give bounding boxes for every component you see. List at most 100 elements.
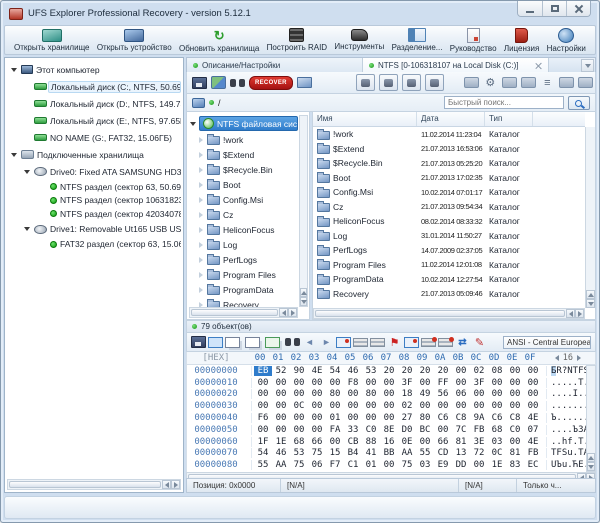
hex-byte[interactable]: 03 [488,437,506,447]
file-row[interactable]: !work 11.02.2014 11:23:04 Каталог [313,127,585,142]
panel-view-button[interactable] [424,74,444,91]
open-folder-icon[interactable] [296,77,312,88]
toolbar-button-guide[interactable]: Руководство [447,27,500,53]
storage-tree-item[interactable]: Подключенные хранилища [7,146,181,163]
pager-prev-icon[interactable] [554,355,559,361]
hex-byte[interactable]: 13 [452,448,470,458]
hex-byte[interactable]: 00 [380,401,398,411]
file-row[interactable]: Boot 21.07.2013 17:02:35 Каталог [313,171,585,186]
folder-tree-item[interactable]: HeliconFocus [189,222,298,237]
close-button[interactable] [566,1,590,16]
hex-byte[interactable]: 33 [344,425,362,435]
hex-byte[interactable]: 80 [326,389,344,399]
scroll-down-button[interactable] [587,462,595,471]
bookmark-strip2-icon[interactable] [370,337,385,347]
struct-icon[interactable] [421,336,437,347]
hex-byte[interactable]: 66 [308,437,326,447]
folder-tree-item[interactable]: $Extend [189,147,298,162]
erase-icon[interactable] [577,77,593,88]
hex-byte[interactable]: BC [416,425,434,435]
folder-tree-item[interactable]: Log [189,237,298,252]
hex-byte[interactable]: 00 [326,401,344,411]
rotate-icon[interactable] [501,77,517,88]
hex-byte[interactable]: 72 [470,448,488,458]
minimize-button[interactable] [518,1,542,16]
hex-byte[interactable]: 00 [308,401,326,411]
hex-byte[interactable]: 00 [452,378,470,388]
hex-byte[interactable]: FA [326,425,344,435]
hex-byte[interactable]: AA [398,448,416,458]
select-block-icon[interactable] [208,336,223,348]
hex-byte[interactable]: FB [470,425,488,435]
hex-byte[interactable]: 20 [416,366,434,376]
hex-byte[interactable]: 9A [470,413,488,423]
toolbar-button-raid[interactable]: Построить RAID [264,28,330,52]
hex-byte[interactable]: 00 [434,425,452,435]
hex-byte[interactable]: 00 [506,366,524,376]
hex-byte[interactable]: 18 [398,389,416,399]
expander-icon[interactable] [24,227,30,231]
hex-ascii[interactable]: TFSu.ТA» [546,448,586,459]
hex-byte[interactable]: 07 [524,425,542,435]
hex-byte[interactable]: 00 [272,425,290,435]
save-icon[interactable] [192,76,207,89]
nav-back-icon[interactable] [302,336,317,349]
toolbar-button-partition[interactable]: Разделение... [389,28,446,52]
hex-byte[interactable]: CB [344,437,362,447]
hex-byte[interactable]: 1E [272,437,290,447]
folder-tree-vscroll[interactable] [299,115,308,307]
hex-byte[interactable]: 00 [326,378,344,388]
hex-ascii[interactable]: ..hf.Т.. [546,436,586,447]
save-disk-button[interactable] [355,74,375,91]
storage-tree-item[interactable]: Drive0: Fixed ATA SAMSUNG HD321KJ [7,163,181,180]
storage-tree-item[interactable]: Этот компьютер [7,61,181,78]
hex-byte[interactable]: F8 [344,378,362,388]
hex-byte[interactable]: C6 [434,413,452,423]
copy-text-icon[interactable] [265,336,280,348]
hex-byte[interactable]: 00 [272,389,290,399]
hex-byte[interactable]: 00 [326,437,344,447]
hex-ascii[interactable]: Ъ....... [546,413,586,424]
search-button[interactable] [568,95,590,110]
hex-byte[interactable]: 75 [290,460,308,470]
scroll-right-button[interactable] [288,308,297,317]
hex-byte[interactable]: 06 [308,460,326,470]
expander-icon[interactable] [24,169,30,174]
find-icon[interactable] [230,77,245,89]
hex-byte[interactable]: 00 [254,389,272,399]
hex-byte[interactable]: 00 [470,460,488,470]
scroll-thumb[interactable] [9,481,161,488]
storage-tree-item[interactable]: Локальный диск (E:, NTFS, 97.65ГБ) [7,112,181,129]
hex-byte[interactable]: F6 [254,413,272,423]
toolbar-button-refresh[interactable]: Обновить хранилища [176,28,262,53]
pager-next-icon[interactable] [577,355,581,361]
hex-byte[interactable]: 00 [488,378,506,388]
disk-check-button[interactable] [378,74,398,91]
forward-icon[interactable] [558,77,574,88]
save-icon[interactable] [191,336,206,348]
hex-byte[interactable]: F7 [326,460,344,470]
quick-search-input[interactable] [444,96,564,109]
hex-ascii[interactable]: .....Т.. [546,377,586,388]
hex-byte[interactable]: 3F [470,378,488,388]
folder-tree-hscroll[interactable] [189,307,298,318]
folder-tree-item[interactable]: PerfLogs [189,252,298,267]
file-row[interactable]: PerfLogs 14.07.2009 02:37:05 Каталог [313,243,585,258]
hex-byte[interactable]: 15 [326,448,344,458]
hex-byte[interactable]: 20 [434,366,452,376]
gear-icon[interactable] [483,76,498,90]
explore-icon[interactable] [211,76,226,89]
storage-hscroll[interactable] [7,479,181,490]
hex-byte[interactable]: D0 [398,425,416,435]
hex-byte[interactable]: 00 [290,413,308,423]
tab-overview[interactable]: Описание/Настройки [187,58,363,72]
hex-byte[interactable]: C0 [362,425,380,435]
hex-byte[interactable]: 00 [308,378,326,388]
file-row[interactable]: Cz 21.07.2013 09:54:34 Каталог [313,200,585,215]
folder-tree-item[interactable]: !work [189,132,298,147]
scroll-down-button[interactable] [586,299,595,308]
hex-byte[interactable]: 00 [470,401,488,411]
hex-byte[interactable]: 16 [380,437,398,447]
find-icon[interactable] [285,336,300,348]
folder-tree-item[interactable]: Config.Msi [189,192,298,207]
